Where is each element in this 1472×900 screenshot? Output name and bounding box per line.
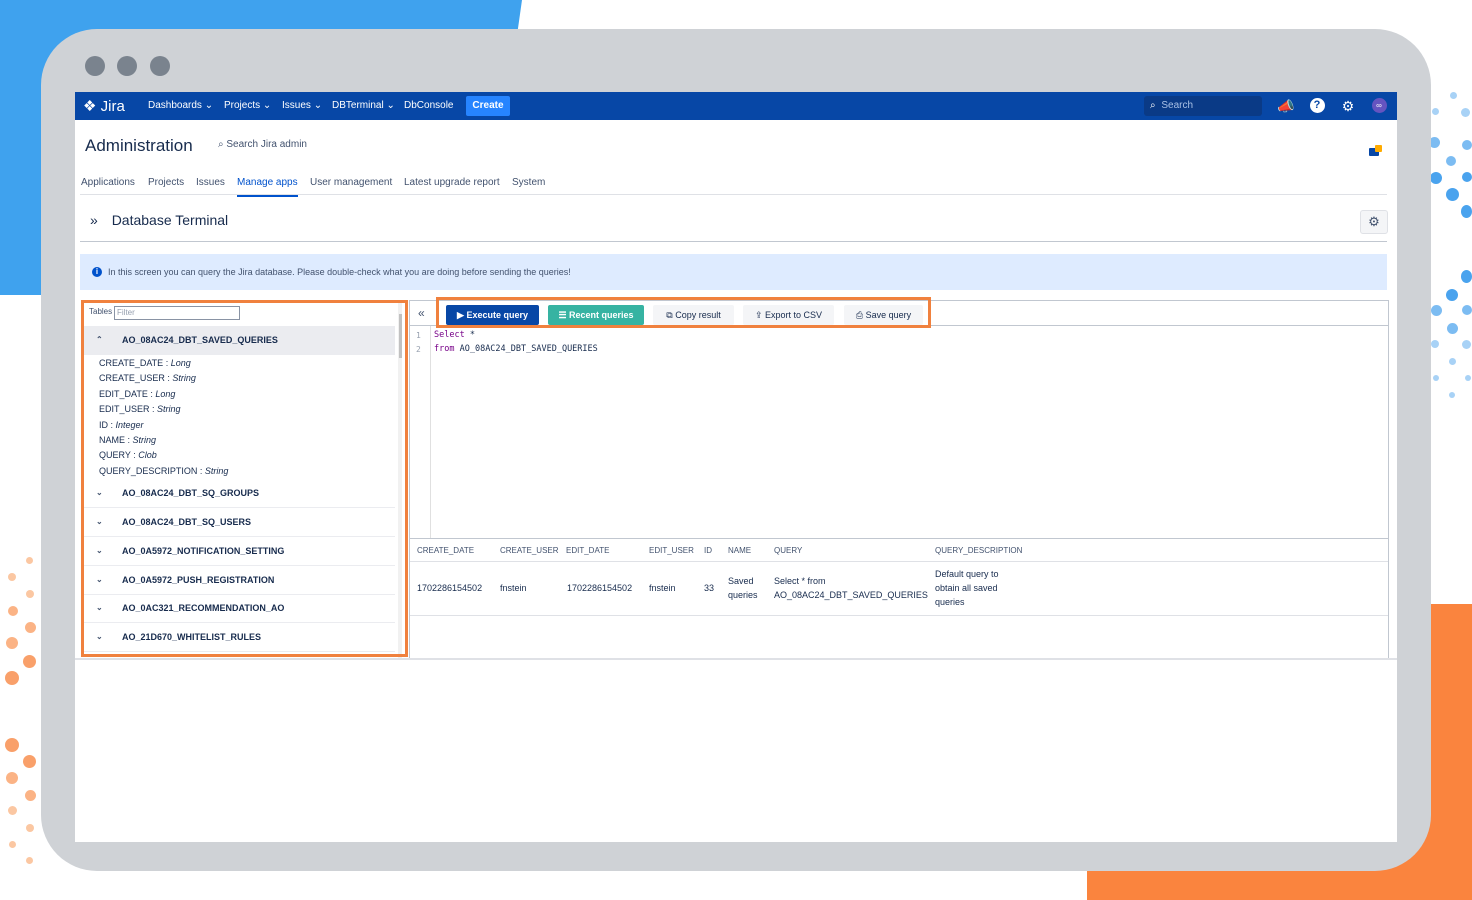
chevron-down-icon: ⌄ xyxy=(313,100,323,111)
jira-logo[interactable]: ❖ Jira xyxy=(83,97,125,115)
nav-issues[interactable]: Issues ⌄ xyxy=(282,100,322,111)
search-input[interactable]: ⌕ Search xyxy=(1144,96,1262,116)
section-title: » Database Terminal xyxy=(90,212,229,228)
expand-sidebar-icon[interactable]: » xyxy=(90,212,98,228)
help-icon[interactable]: ? xyxy=(1308,97,1326,115)
megaphone-icon[interactable]: 📣 xyxy=(1277,97,1295,115)
admin-search[interactable]: ⌕ Search Jira admin xyxy=(218,139,307,150)
tab-issues[interactable]: Issues xyxy=(196,177,225,188)
nav-dbconsole[interactable]: DbConsole xyxy=(404,100,453,111)
code-line: Select * xyxy=(434,330,475,340)
chevron-down-icon: ⌄ xyxy=(386,100,395,111)
window-dot xyxy=(150,56,170,76)
cell-create-date: 1702286154502 xyxy=(417,583,483,593)
cell-id: 33 xyxy=(704,583,715,593)
create-button[interactable]: Create xyxy=(466,96,510,116)
tab-projects[interactable]: Projects xyxy=(148,177,184,188)
page-title: Administration xyxy=(85,136,193,155)
info-banner: i In this screen you can query the Jira … xyxy=(80,254,1387,290)
line-number: 1 xyxy=(416,331,421,340)
section-divider xyxy=(80,241,1387,242)
nav-projects[interactable]: Projects ⌄ xyxy=(224,100,271,111)
tab-latest-upgrade-report[interactable]: Latest upgrade report xyxy=(404,177,500,188)
search-icon: ⌕ xyxy=(1150,100,1156,111)
chevron-down-icon: ⌄ xyxy=(262,100,272,111)
column-header: ID xyxy=(704,546,712,555)
window-dot xyxy=(85,56,105,76)
column-header: CREATE_DATE xyxy=(417,546,475,555)
tabs-divider xyxy=(80,194,1387,195)
tab-user-management[interactable]: User management xyxy=(310,177,392,188)
column-header: QUERY xyxy=(774,546,803,555)
gear-icon: ⚙ xyxy=(1368,214,1380,229)
code-line: from AO_08AC24_DBT_SAVED_QUERIES xyxy=(434,344,598,354)
avatar-icon[interactable]: ∞ xyxy=(1370,97,1388,115)
window-dot xyxy=(117,56,137,76)
cell-query-description: Default query to obtain all saved queries xyxy=(935,569,999,607)
editor-gutter: 1 2 xyxy=(410,326,431,538)
collapse-panel-icon[interactable]: « xyxy=(418,306,425,320)
cell-edit-date: 1702286154502 xyxy=(567,583,633,593)
page-bottom-divider xyxy=(75,658,1397,660)
info-icon: i xyxy=(92,267,102,277)
cell-query: Select * from AO_08AC24_DBT_SAVED_QUERIES xyxy=(774,576,928,600)
cell-name: Saved queries xyxy=(728,576,758,600)
settings-icon[interactable]: ⚙ xyxy=(1339,97,1357,115)
settings-button[interactable]: ⚙ xyxy=(1360,210,1388,234)
chevron-down-icon: ⌄ xyxy=(204,100,214,111)
table-row[interactable]: 1702286154502 fnstein 1702286154502 fnst… xyxy=(410,562,1388,616)
top-navigation: ❖ Jira Dashboards ⌄ Projects ⌄ Issues ⌄ … xyxy=(75,92,1397,120)
column-header: EDIT_DATE xyxy=(566,546,610,555)
results-header: CREATE_DATE CREATE_USER EDIT_DATE EDIT_U… xyxy=(410,538,1388,562)
highlight-toolbar xyxy=(436,297,931,328)
search-icon: ⌕ xyxy=(218,139,224,150)
tab-applications[interactable]: Applications xyxy=(81,177,135,188)
column-header: EDIT_USER xyxy=(649,546,694,555)
jira-logo-icon: ❖ xyxy=(83,98,97,115)
cell-create-user: fnstein xyxy=(500,583,527,593)
column-header: NAME xyxy=(728,546,752,555)
query-area: « ▶ Execute query ☰ Recent queries ⧉ Cop… xyxy=(409,300,1389,659)
nav-dashboards[interactable]: Dashboards ⌄ xyxy=(148,100,213,111)
tab-system[interactable]: System xyxy=(512,177,545,188)
column-header: QUERY_DESCRIPTION xyxy=(935,546,1023,555)
column-header: CREATE_USER xyxy=(500,546,559,555)
line-number: 2 xyxy=(416,345,421,354)
nav-dbterminal[interactable]: DBTerminal ⌄ xyxy=(332,100,395,111)
highlight-tables-panel xyxy=(81,300,408,657)
feedback-icon[interactable] xyxy=(1368,145,1382,159)
cell-edit-user: fnstein xyxy=(649,583,676,593)
sql-editor[interactable]: 1 2 Select * from AO_08AC24_DBT_SAVED_QU… xyxy=(410,325,1388,539)
